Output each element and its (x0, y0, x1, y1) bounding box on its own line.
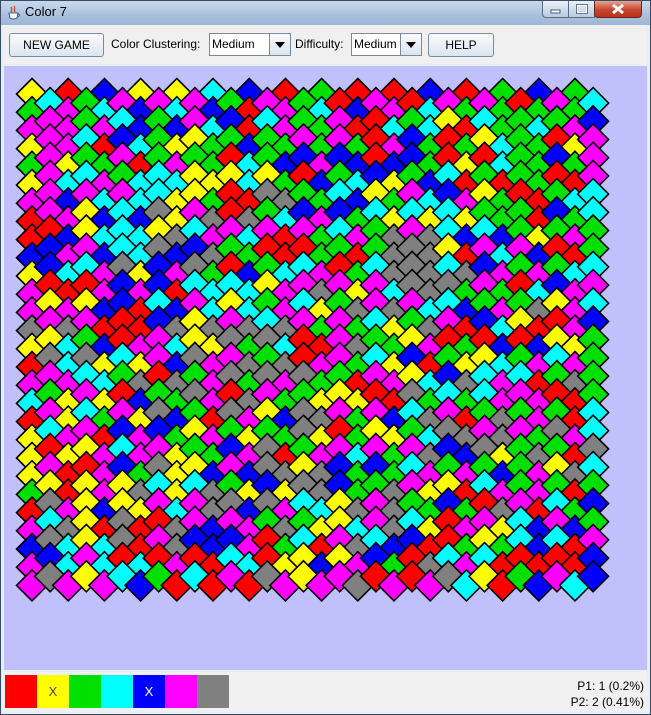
color-swatch-yellow[interactable]: X (37, 675, 69, 708)
game-window: Color 7 NEW GAME Color Clustering: Mediu… (0, 0, 651, 715)
difficulty-select[interactable]: Medium (351, 33, 422, 56)
game-board-area (4, 66, 647, 670)
maximize-icon (576, 4, 588, 14)
difficulty-value: Medium (354, 37, 397, 51)
chevron-down-icon[interactable] (269, 34, 290, 55)
player1-score: P1: 1 (0.2%) (577, 679, 644, 693)
window-title: Color 7 (25, 4, 67, 19)
clustering-label: Color Clustering: (111, 37, 201, 51)
minimize-button[interactable] (542, 1, 569, 18)
java-cup-icon (8, 5, 20, 20)
title-bar[interactable]: Color 7 (1, 1, 650, 25)
maximize-button[interactable] (568, 1, 595, 18)
color-swatch-magenta[interactable] (165, 675, 197, 708)
color-swatch-red[interactable] (5, 675, 37, 708)
clustering-value: Medium (212, 37, 255, 51)
swatch-mark: X (48, 684, 58, 699)
close-icon (612, 3, 624, 15)
minimize-icon (550, 9, 561, 14)
chevron-down-icon[interactable] (400, 34, 421, 55)
clustering-select[interactable]: Medium (209, 33, 291, 56)
color-swatch-green[interactable] (69, 675, 101, 708)
toolbar: NEW GAME Color Clustering: Medium Diffic… (4, 25, 647, 65)
difficulty-label: Difficulty: (295, 37, 344, 51)
player2-score: P2: 2 (0.41%) (570, 695, 644, 709)
color-swatch-blue[interactable]: X (133, 675, 165, 708)
color-swatch-gray[interactable] (197, 675, 229, 708)
help-button[interactable]: HELP (428, 33, 494, 57)
swatch-mark: X (144, 684, 154, 699)
new-game-button[interactable]: NEW GAME (9, 33, 104, 57)
status-bar: X X P1: 1 (0.2%) P2: 2 (0.41%) (4, 671, 647, 712)
close-button[interactable] (594, 1, 642, 18)
color-swatch-cyan[interactable] (101, 675, 133, 708)
game-board[interactable] (4, 66, 647, 670)
